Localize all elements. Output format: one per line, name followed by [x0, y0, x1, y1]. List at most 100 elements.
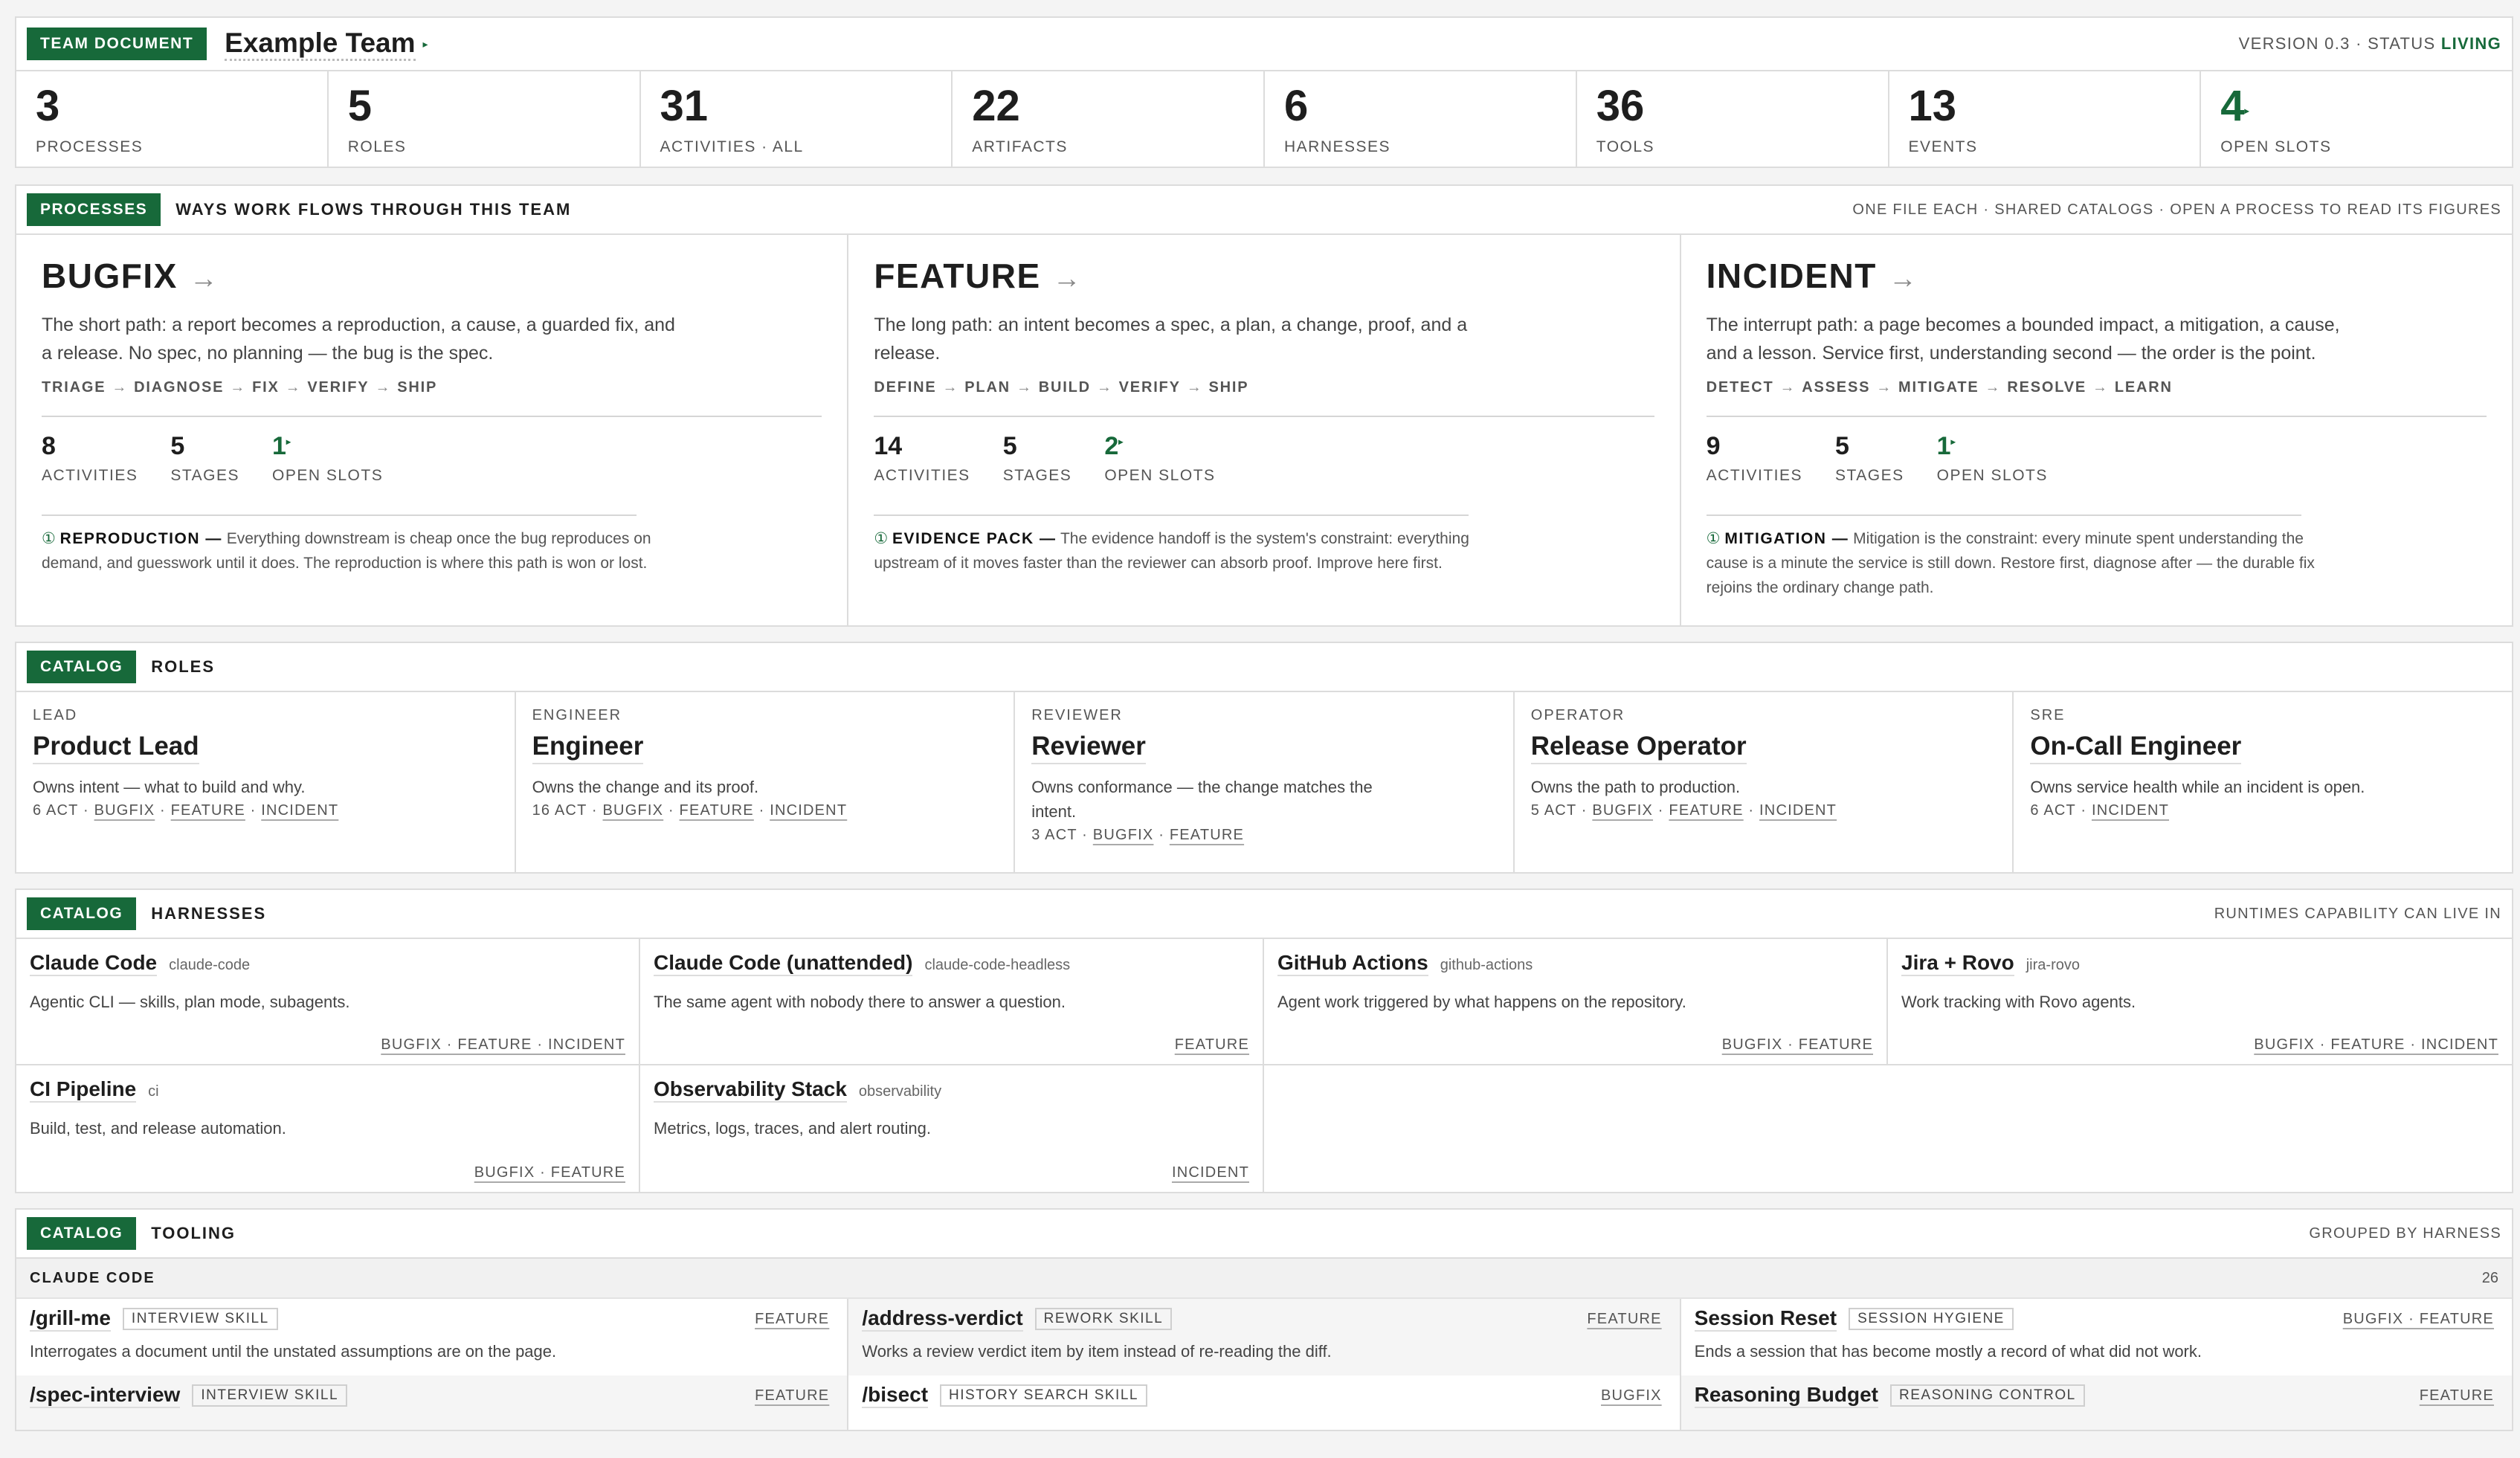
stat-activities[interactable]: 31 ACTIVITIES · ALL: [641, 71, 953, 167]
caret-icon[interactable]: ▸: [423, 38, 428, 51]
stat-artifacts[interactable]: 22 ARTIFACTS: [953, 71, 1265, 167]
tool-name[interactable]: /grill-me: [30, 1306, 111, 1332]
process-card-incident[interactable]: INCIDENT → The interrupt path: a page bec…: [1681, 235, 2512, 625]
process-card-bugfix[interactable]: BUGFIX → The short path: a report becomes…: [16, 235, 849, 625]
process-card-feature[interactable]: FEATURE → The long path: an intent become…: [848, 235, 1681, 625]
tool-row: /grill-me INTERVIEW SKILL FEATURE Interrog…: [16, 1299, 847, 1375]
roles-section: CATALOG ROLES LEAD Product Lead Owns int…: [15, 642, 2513, 874]
tool-row: Reasoning Budget REASONING CONTROL FEATURE: [1680, 1375, 2512, 1430]
harness-card: CI Pipeline ci Build, test, and release a…: [16, 1065, 640, 1192]
harness-process-links[interactable]: BUGFIX · FEATURE · INCIDENT: [30, 1036, 625, 1054]
harness-name[interactable]: CI Pipeline: [30, 1077, 137, 1103]
process-link[interactable]: INCIDENT: [2092, 802, 2169, 819]
process-link[interactable]: INCIDENT: [1759, 802, 1837, 819]
harness-slug: observability: [858, 1083, 942, 1100]
harness-name[interactable]: Claude Code: [30, 951, 158, 976]
tooling-section: CATALOG TOOLING GROUPED BY HARNESS CLAUD…: [15, 1208, 2513, 1431]
harness-process-links[interactable]: BUGFIX · FEATURE: [30, 1164, 625, 1181]
divider: [42, 515, 637, 516]
harness-group-header[interactable]: CLAUDE CODE 26: [16, 1259, 2512, 1299]
process-link[interactable]: BUGFIX: [94, 802, 155, 819]
stat-events[interactable]: 13 EVENTS: [1889, 71, 2202, 167]
ministat-activities: 9 ACTIVITIES: [1707, 432, 1802, 485]
arrow-icon: →: [1779, 379, 1796, 396]
ministat-value: 1▸: [272, 432, 383, 461]
process-link[interactable]: FEATURE: [171, 802, 245, 819]
stat-tools[interactable]: 36 TOOLS: [1577, 71, 1889, 167]
arrow-icon: →: [942, 379, 959, 396]
stat-roles[interactable]: 5 ROLES: [329, 71, 641, 167]
ministat-label: ACTIVITIES: [42, 467, 138, 484]
ministat-label: OPEN SLOTS: [1936, 467, 2048, 484]
arrow-right-icon[interactable]: →: [1889, 263, 1917, 294]
process-name[interactable]: INCIDENT: [1707, 257, 1877, 295]
tool-description: Ends a session that has become mostly a …: [1694, 1342, 2202, 1361]
tool-process-link[interactable]: FEATURE: [755, 1311, 829, 1328]
empty-cell: [1888, 1065, 2512, 1192]
stage-label: TRIAGE: [42, 379, 106, 396]
ministat-value: 5: [1835, 432, 1849, 460]
processes-section: PROCESSES WAYS WORK FLOWS THROUGH THIS T…: [15, 184, 2513, 627]
role-name[interactable]: On-Call Engineer: [2030, 732, 2242, 764]
harness-process-links[interactable]: BUGFIX · FEATURE: [1277, 1036, 1873, 1054]
role-name[interactable]: Product Lead: [33, 732, 199, 764]
process-link[interactable]: FEATURE: [1170, 827, 1244, 843]
harness-name[interactable]: Jira + Rovo: [1901, 951, 2014, 976]
process-name[interactable]: FEATURE: [874, 257, 1040, 295]
section-badge: CATALOG: [27, 651, 137, 683]
tool-process-link[interactable]: FEATURE: [1587, 1311, 1661, 1328]
ministat-label: STAGES: [1002, 467, 1072, 484]
role-card-lead: LEAD Product Lead Owns intent — what to …: [16, 692, 516, 872]
ministat-value: 14: [874, 432, 903, 460]
process-link[interactable]: BUGFIX: [603, 802, 664, 819]
tool-process-link[interactable]: FEATURE: [755, 1387, 829, 1404]
tool-name[interactable]: /bisect: [862, 1383, 929, 1408]
tool-type-chip: INTERVIEW SKILL: [122, 1308, 278, 1330]
stat-harnesses[interactable]: 6 HARNESSES: [1265, 71, 1577, 167]
process-link[interactable]: BUGFIX: [1093, 827, 1154, 843]
harness-process-links[interactable]: BUGFIX · FEATURE · INCIDENT: [1901, 1036, 2498, 1054]
tool-name[interactable]: Session Reset: [1694, 1306, 1837, 1332]
role-meta: 6 ACT · BUGFIX · FEATURE · INCIDENT: [33, 802, 339, 819]
section-header: PROCESSES WAYS WORK FLOWS THROUGH THIS T…: [16, 186, 2512, 235]
process-link[interactable]: INCIDENT: [261, 802, 338, 819]
activity-count: 6 ACT: [33, 802, 79, 819]
tool-process-link[interactable]: BUGFIX: [1601, 1387, 1662, 1404]
harness-name[interactable]: GitHub Actions: [1277, 951, 1428, 976]
role-description: Owns the path to production.: [1530, 778, 1741, 796]
harness-description: Work tracking with Rovo agents.: [1901, 993, 2136, 1011]
stat-processes[interactable]: 3 PROCESSES: [16, 71, 329, 167]
harness-name[interactable]: Observability Stack: [654, 1077, 847, 1103]
arrow-right-icon[interactable]: →: [1053, 263, 1081, 294]
arrow-right-icon[interactable]: →: [190, 263, 218, 294]
tool-process-link[interactable]: FEATURE: [2420, 1387, 2494, 1404]
harness-slug: claude-code: [169, 957, 251, 973]
harness-description: The same agent with nobody there to answ…: [654, 993, 1066, 1011]
process-name[interactable]: BUGFIX: [42, 257, 178, 295]
tool-process-link[interactable]: BUGFIX · FEATURE: [2343, 1311, 2494, 1328]
tool-row: /spec-interview INTERVIEW SKILL FEATURE: [16, 1375, 848, 1430]
section-header: CATALOG ROLES: [16, 643, 2512, 692]
process-flow: DEFINE → PLAN → BUILD → VERIFY → SHIP: [874, 379, 1654, 396]
harness-card: Claude Code claude-code Agentic CLI — ski…: [16, 939, 640, 1065]
tool-type-chip: REWORK SKILL: [1034, 1308, 1173, 1330]
process-link[interactable]: FEATURE: [680, 802, 754, 819]
harness-process-links[interactable]: FEATURE: [654, 1036, 1249, 1054]
harness-process-links[interactable]: INCIDENT: [654, 1164, 1249, 1181]
tool-name[interactable]: /spec-interview: [30, 1383, 181, 1408]
role-name[interactable]: Engineer: [532, 732, 644, 764]
role-name[interactable]: Release Operator: [1530, 732, 1747, 764]
process-link[interactable]: BUGFIX: [1592, 802, 1653, 819]
ministat-stages: 5 STAGES: [1835, 432, 1904, 485]
marker-icon: ▸: [2244, 106, 2249, 116]
process-link[interactable]: FEATURE: [1669, 802, 1743, 819]
role-name[interactable]: Reviewer: [1031, 732, 1146, 764]
team-name-selector[interactable]: Example Team: [225, 28, 416, 61]
divider: [1706, 416, 2487, 417]
section-badge: PROCESSES: [27, 193, 161, 226]
process-link[interactable]: INCIDENT: [770, 802, 847, 819]
harness-name[interactable]: Claude Code (unattended): [654, 951, 913, 976]
stat-open-slots[interactable]: 4▸ OPEN SLOTS: [2201, 71, 2512, 167]
tool-name[interactable]: Reasoning Budget: [1694, 1383, 1878, 1408]
tool-name[interactable]: /address-verdict: [862, 1306, 1023, 1332]
